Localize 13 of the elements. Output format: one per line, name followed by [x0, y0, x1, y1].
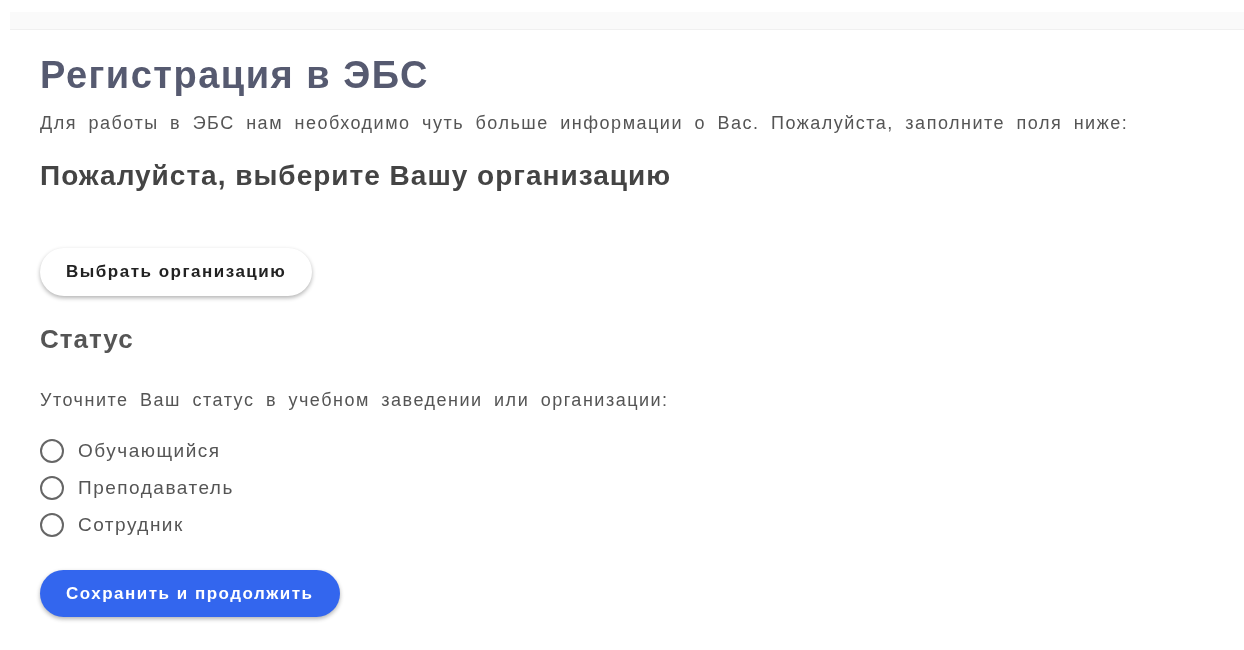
page-title: Регистрация в ЭБС: [40, 53, 430, 98]
section-heading: Статус: [40, 323, 135, 355]
radio-label: Сотрудник: [78, 512, 184, 537]
radio-label: Обучающийся: [78, 438, 221, 463]
radio-button[interactable]: [40, 439, 64, 463]
select-organization-button[interactable]: Выбрать организацию: [40, 248, 313, 296]
radio-button[interactable]: [40, 476, 64, 500]
radio-label: Преподаватель: [78, 475, 234, 500]
save-button[interactable]: Сохранить и продолжить: [40, 569, 340, 617]
prompt-text: Уточните Ваш статус в учебном заведении или организации:: [40, 388, 670, 412]
radio-button[interactable]: [40, 513, 64, 537]
section-heading: Пожалуйста, выберите Вашу организацию: [40, 159, 673, 193]
intro-text: Для работы в ЭБС нам необходимо чуть больше информации о Вас. Пожалуйста, заполните поля ниже:: [40, 112, 1130, 135]
